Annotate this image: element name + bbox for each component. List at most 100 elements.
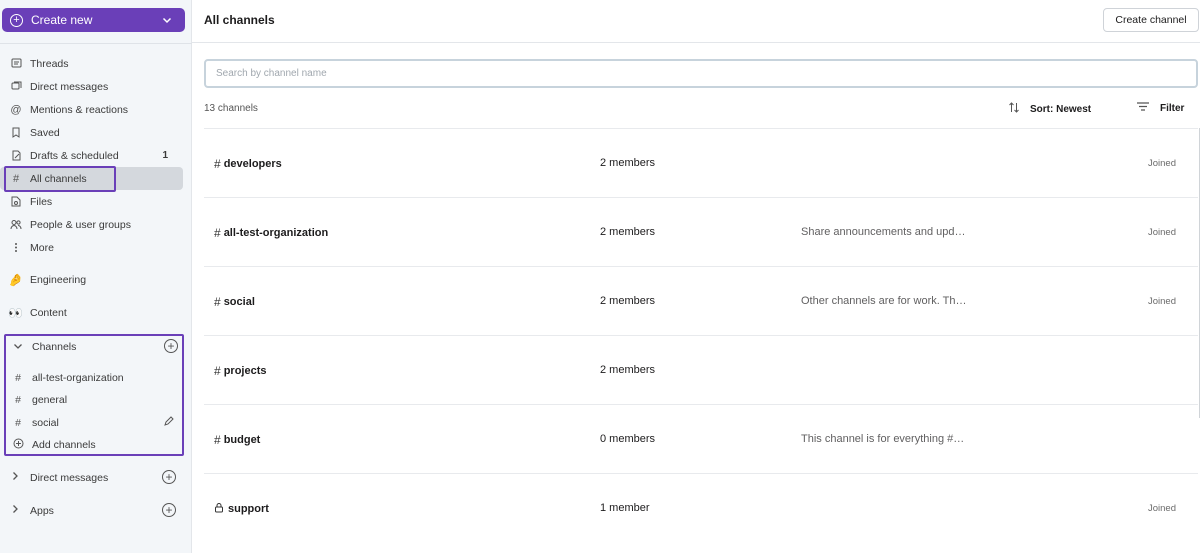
sidebar-item-direct-messages[interactable]: Direct messages xyxy=(0,75,192,98)
channel-row[interactable]: # all-test-organization 2 members Share a… xyxy=(204,197,1198,266)
at-icon: @ xyxy=(10,103,22,116)
sidebar-divider xyxy=(0,43,192,44)
sidebar-item-label: More xyxy=(30,241,54,254)
member-count: 1 member xyxy=(600,502,650,514)
pinching-hand-emoji-icon: 🤌 xyxy=(8,272,23,287)
channel-name-text: social xyxy=(223,296,255,308)
channel-item-label: all-test-organization xyxy=(32,372,124,384)
chevron-down-icon xyxy=(162,14,172,28)
channel-row[interactable]: # social 2 members Other channels are for… xyxy=(204,266,1198,335)
channel-row[interactable]: support 1 member Joined xyxy=(204,473,1198,542)
sidebar-item-saved[interactable]: Saved xyxy=(0,121,192,144)
add-direct-message-plus-icon[interactable]: + xyxy=(162,470,176,484)
sidebar-item-files[interactable]: Files xyxy=(0,190,192,213)
channels-search-icon: # xyxy=(12,172,20,185)
create-channel-button[interactable]: Create channel xyxy=(1103,8,1199,32)
add-channels-button[interactable]: Add channels xyxy=(6,434,184,456)
hash-icon: # xyxy=(214,295,221,309)
add-channel-plus-icon[interactable]: + xyxy=(164,339,178,353)
bookmark-icon xyxy=(10,127,22,139)
create-new-button[interactable]: + Create new xyxy=(2,8,185,32)
channel-name: # developers xyxy=(214,157,282,171)
lock-icon xyxy=(214,502,224,516)
member-count: 2 members xyxy=(600,364,656,376)
member-count: 2 members xyxy=(600,157,656,169)
channel-row[interactable]: # budget 0 members This channel is for ev… xyxy=(204,404,1198,473)
direct-messages-section[interactable]: Direct messages + xyxy=(0,466,192,489)
channels-header-label: Channels xyxy=(32,341,77,353)
main-header: All channels Create channel xyxy=(192,0,1200,43)
list-toolbar: 13 channels Sort: Newest Filter xyxy=(204,98,1198,118)
channel-name-text: all-test-organization xyxy=(223,227,329,239)
hash-icon: # xyxy=(214,364,221,378)
channel-name: # budget xyxy=(214,433,260,447)
people-icon xyxy=(10,219,22,231)
filter-button[interactable]: Filter xyxy=(1136,101,1184,115)
sidebar-item-label: Files xyxy=(30,195,53,208)
sidebar-item-label: Direct messages xyxy=(30,80,109,93)
create-new-label: Create new xyxy=(31,13,93,27)
hash-icon: # xyxy=(214,157,221,171)
files-icon xyxy=(10,196,22,208)
sidebar-item-all-channels[interactable]: # All channels xyxy=(0,167,183,190)
channel-description: This channel is for everything #… xyxy=(801,433,965,445)
chevron-down-icon xyxy=(12,341,24,354)
sidebar-item-label: Mentions & reactions xyxy=(30,103,129,116)
sidebar-item-threads[interactable]: Threads xyxy=(0,52,192,75)
direct-messages-icon xyxy=(10,81,22,93)
threads-icon xyxy=(10,58,22,70)
add-channels-label: Add channels xyxy=(32,439,96,451)
channel-name: # projects xyxy=(214,364,266,378)
sidebar-item-drafts[interactable]: Drafts & scheduled 1 xyxy=(0,144,192,167)
joined-status: Joined xyxy=(1148,503,1176,514)
apps-label: Apps xyxy=(30,504,54,517)
channel-description: Share announcements and upd… xyxy=(801,226,966,238)
member-count: 2 members xyxy=(600,226,656,238)
channel-description: Other channels are for work. Th… xyxy=(801,295,967,307)
eyes-emoji-icon: 👀 xyxy=(8,305,23,320)
chevron-right-icon xyxy=(10,471,22,484)
sidebar-nav: Threads Direct messages @ Mentions & rea… xyxy=(0,52,192,259)
channel-row[interactable]: # developers 2 members Joined xyxy=(204,128,1198,197)
sidebar-item-more[interactable]: More xyxy=(0,236,192,259)
main-panel: All channels Create channel 13 channels … xyxy=(192,0,1200,553)
channel-search-box[interactable] xyxy=(204,59,1198,88)
section-label: Content xyxy=(30,306,67,319)
direct-messages-label: Direct messages xyxy=(30,471,109,484)
channel-item-all-test-organization[interactable]: # all-test-organization xyxy=(6,367,184,389)
channel-item-general[interactable]: # general xyxy=(6,389,184,411)
sidebar-item-people[interactable]: People & user groups xyxy=(0,213,192,236)
sort-label: Sort: Newest xyxy=(1030,103,1092,115)
member-count: 0 members xyxy=(600,433,656,445)
pencil-icon[interactable] xyxy=(163,416,174,430)
drafts-count-badge: 1 xyxy=(162,150,168,161)
add-app-plus-icon[interactable]: + xyxy=(162,503,176,517)
sidebar: + Create new Threads Direct messages @ M… xyxy=(0,0,192,553)
channel-search-input[interactable] xyxy=(216,68,1196,79)
sort-button[interactable]: Sort: Newest xyxy=(1008,101,1091,117)
page-title: All channels xyxy=(204,13,275,27)
joined-status: Joined xyxy=(1148,296,1176,307)
channel-item-social[interactable]: # social xyxy=(6,412,184,434)
channel-name-text: developers xyxy=(223,158,282,170)
channel-name-text: budget xyxy=(223,434,261,446)
channels-section: Channels + # all-test-organization # gen… xyxy=(4,334,184,456)
channel-row[interactable]: # projects 2 members xyxy=(204,335,1198,404)
apps-section[interactable]: Apps + xyxy=(0,499,192,522)
hash-icon: # xyxy=(15,417,21,429)
draft-icon xyxy=(10,150,22,162)
section-content[interactable]: 👀 Content xyxy=(0,301,192,324)
more-vertical-icon xyxy=(10,242,22,254)
channel-name-text: support xyxy=(228,503,269,515)
hash-icon: # xyxy=(214,226,221,240)
channel-name: # all-test-organization xyxy=(214,226,328,240)
channel-name: support xyxy=(214,502,269,516)
channel-name-text: projects xyxy=(223,365,267,377)
section-engineering[interactable]: 🤌 Engineering xyxy=(0,268,192,291)
plus-circle-icon xyxy=(12,438,24,452)
filter-label: Filter xyxy=(1160,102,1185,114)
sidebar-item-label: Saved xyxy=(30,126,60,139)
sidebar-item-mentions[interactable]: @ Mentions & reactions xyxy=(0,98,192,121)
hash-icon: # xyxy=(214,433,221,447)
channels-header[interactable]: Channels + xyxy=(6,336,184,358)
